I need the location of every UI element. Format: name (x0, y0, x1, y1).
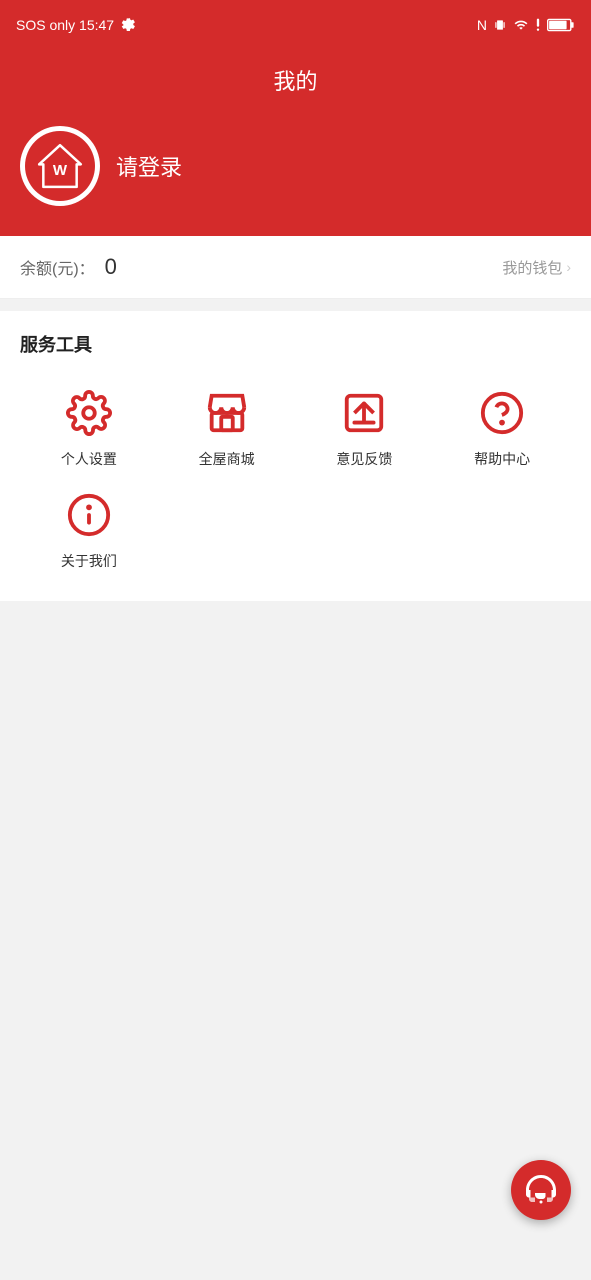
status-bar: SOS only 15:47 N (0, 0, 591, 50)
avatar[interactable]: W (20, 126, 100, 206)
balance-label: 余额(元)： (20, 255, 95, 279)
help-circle-icon (476, 387, 528, 439)
balance-value: 0 (105, 254, 117, 280)
service-item-full-house-mall[interactable]: 全屋商城 (158, 377, 296, 479)
edit-feedback-icon (338, 387, 390, 439)
status-left: SOS only 15:47 (16, 17, 136, 33)
help-center-label: 帮助中心 (474, 449, 530, 469)
service-item-help-center[interactable]: 帮助中心 (433, 377, 571, 479)
service-grid-row1: 个人设置 全屋商城 (20, 377, 571, 479)
chevron-right-icon: › (566, 259, 571, 275)
service-item-about-us[interactable]: 关于我们 (20, 479, 158, 581)
service-item-personal-settings[interactable]: 个人设置 (20, 377, 158, 479)
status-text: SOS only 15:47 (16, 17, 114, 33)
header: 我的 (0, 50, 591, 116)
wallet-text: 我的钱包 (502, 257, 562, 278)
service-grid-row2: 关于我们 (20, 479, 571, 581)
service-section-title: 服务工具 (20, 331, 571, 357)
headset-icon (523, 1172, 559, 1208)
balance-section: 余额(元)： 0 我的钱包 › (0, 236, 591, 299)
brand-logo-icon: W (35, 141, 85, 191)
support-button[interactable] (511, 1160, 571, 1220)
status-right: N (477, 17, 575, 33)
battery-icon (547, 18, 575, 32)
login-prompt[interactable]: 请登录 (116, 150, 182, 182)
about-us-label: 关于我们 (61, 551, 117, 571)
svg-text:W: W (53, 162, 68, 179)
wallet-link[interactable]: 我的钱包 › (502, 257, 571, 278)
full-house-mall-label: 全屋商城 (199, 449, 255, 469)
page-title: 我的 (0, 64, 591, 96)
vibrate-icon (493, 18, 507, 32)
personal-settings-label: 个人设置 (61, 449, 117, 469)
nfc-icon: N (477, 17, 487, 33)
gear-settings-icon (63, 387, 115, 439)
info-circle-icon (63, 489, 115, 541)
feedback-label: 意见反馈 (336, 449, 392, 469)
signal-icon (535, 18, 541, 32)
gear-icon (120, 17, 136, 33)
service-item-feedback[interactable]: 意见反馈 (296, 377, 434, 479)
profile-section[interactable]: W 请登录 (0, 116, 591, 236)
service-section: 服务工具 个人设置 全屋商城 (0, 311, 591, 601)
store-icon (201, 387, 253, 439)
balance-left: 余额(元)： 0 (20, 254, 117, 280)
wifi-icon (513, 18, 529, 32)
